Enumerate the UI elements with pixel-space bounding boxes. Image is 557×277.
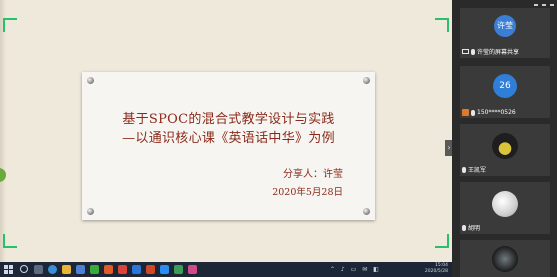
mic-icon	[471, 48, 475, 55]
participant-caption: 胡明	[462, 223, 480, 232]
app-icon[interactable]	[104, 265, 113, 274]
app-icon[interactable]	[132, 265, 141, 274]
participant-tile[interactable]: 许莹 许莹的屏幕共享	[460, 8, 550, 58]
system-tray-icons[interactable]: ⌃ ♪ ▭ ✉ ◧	[330, 266, 381, 273]
windows-start-icon[interactable]	[4, 265, 13, 274]
search-icon[interactable]	[20, 265, 28, 273]
slide-subtitle: —以通识核心课《英语话中华》为例	[122, 131, 335, 146]
pin-icon	[363, 77, 370, 84]
app-icon[interactable]	[118, 265, 127, 274]
participant-caption: 许莹的屏幕共享	[462, 47, 519, 56]
clock-date: 2020/5/28	[424, 269, 448, 274]
participant-caption: 150****0526	[462, 109, 516, 116]
share-frame-corner	[3, 18, 17, 32]
share-frame-corner	[435, 18, 449, 32]
mic-icon	[462, 224, 466, 231]
user-icon	[462, 109, 469, 116]
participant-tile[interactable]	[460, 240, 550, 277]
windows-taskbar: ⌃ ♪ ▭ ✉ ◧ 15:04 2020/5/28	[0, 262, 452, 277]
shared-screen: 基于SPOC的混合式教学设计与实践 —以通识核心课《英语话中华》为例 分享人：许…	[0, 0, 452, 262]
slide-title-card: 基于SPOC的混合式教学设计与实践 —以通识核心课《英语话中华》为例 分享人：许…	[82, 72, 375, 220]
participant-tile[interactable]: 26 150****0526	[460, 66, 550, 118]
avatar: 许莹	[494, 15, 516, 37]
slide-sharer: 分享人：许莹	[283, 169, 343, 180]
pin-icon	[87, 77, 94, 84]
app-icon[interactable]	[188, 265, 197, 274]
powerpoint-icon[interactable]	[146, 265, 155, 274]
meeting-app-icon[interactable]	[160, 265, 169, 274]
slide-date: 2020年5月28日	[272, 187, 343, 198]
app-icon[interactable]	[174, 265, 183, 274]
avatar-photo	[492, 191, 518, 217]
slide-title: 基于SPOC的混合式教学设计与实践	[122, 112, 335, 127]
task-view-icon[interactable]	[34, 265, 43, 274]
participant-tile[interactable]: 王凯军	[460, 124, 550, 176]
participant-name: 王凯军	[468, 167, 487, 174]
screen-share-icon	[462, 49, 469, 54]
share-frame-corner	[435, 234, 449, 248]
participant-caption: 王凯军	[462, 165, 486, 174]
pin-icon	[87, 208, 94, 215]
edge-browser-icon[interactable]	[48, 265, 57, 274]
mic-icon	[471, 109, 475, 116]
avatar-photo	[492, 246, 518, 272]
avatar-photo	[492, 133, 518, 159]
wechat-icon[interactable]	[90, 265, 99, 274]
share-frame-corner	[3, 234, 17, 248]
mic-icon	[462, 166, 466, 173]
pin-icon	[363, 208, 370, 215]
participant-name: 150****0526	[477, 109, 516, 116]
avatar: 26	[493, 74, 517, 98]
slide-edge	[0, 0, 6, 262]
system-clock[interactable]: 15:04 2020/5/28	[425, 263, 448, 275]
participant-tile[interactable]: 胡明	[460, 182, 550, 234]
folder-icon[interactable]	[62, 265, 71, 274]
participant-name: 许莹的屏幕共享	[477, 49, 520, 56]
participant-name: 胡明	[468, 225, 481, 232]
store-icon[interactable]	[76, 265, 85, 274]
participants-panel: 许莹 许莹的屏幕共享 26 150****0526 王凯军 胡明	[452, 0, 557, 277]
